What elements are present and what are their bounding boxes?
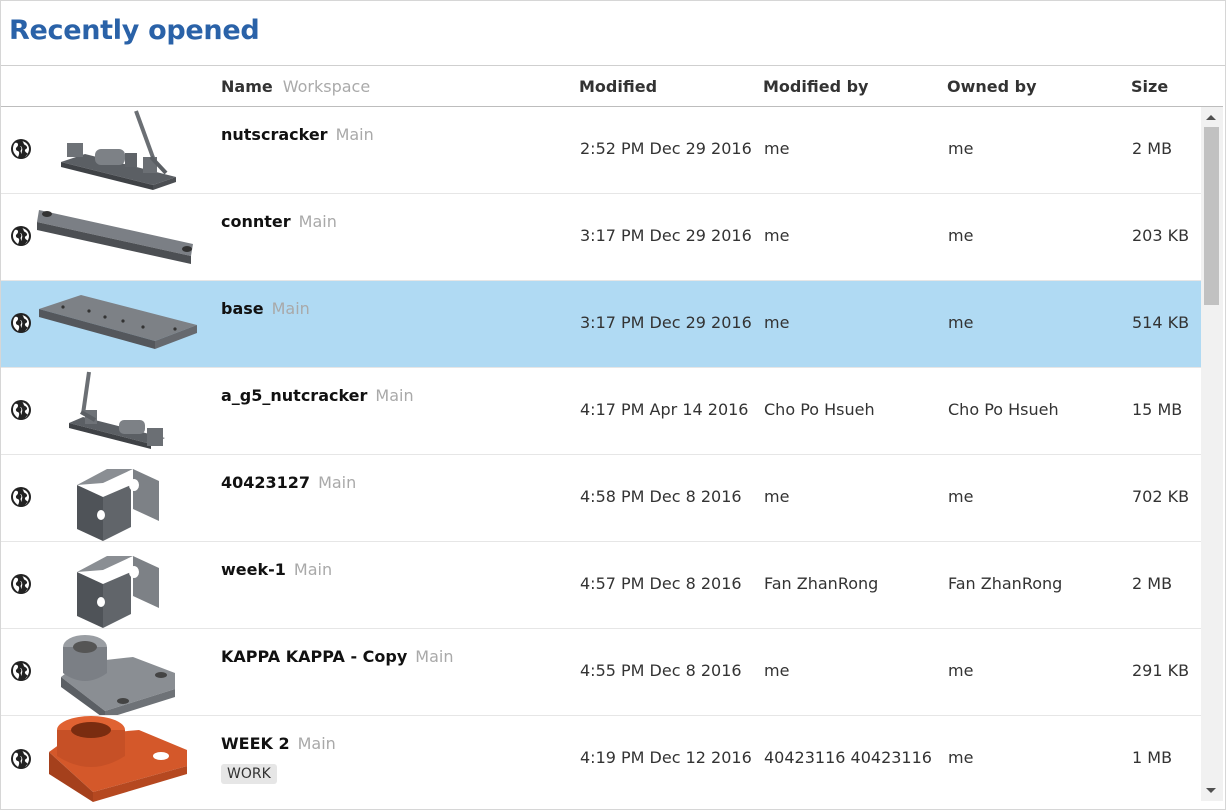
page-title: Recently opened	[9, 15, 260, 46]
owned-by-cell: me	[948, 226, 974, 245]
globe-icon	[11, 313, 31, 333]
name-cell: KAPPA KAPPA - Copy Main	[221, 647, 453, 666]
column-header-size[interactable]: Size	[1131, 77, 1168, 96]
thumbnail-nutcracker-assembly-2[interactable]	[33, 368, 203, 454]
scroll-up-arrow-icon[interactable]	[1206, 115, 1216, 120]
globe-icon	[11, 226, 31, 246]
size-cell: 2 MB	[1132, 139, 1173, 158]
modified-cell: 4:55 PM Dec 8 2016	[580, 661, 742, 680]
thumbnail-bearing-block-orange[interactable]	[33, 716, 203, 802]
globe-icon	[11, 487, 31, 507]
scrollbar-thumb[interactable]	[1204, 127, 1219, 305]
document-name[interactable]: 40423127	[221, 473, 310, 492]
owned-by-cell: me	[948, 139, 974, 158]
workspace-label: Main	[271, 299, 310, 318]
document-name[interactable]: week-1	[221, 560, 286, 579]
modified-by-cell: Fan ZhanRong	[764, 574, 879, 593]
documents-table: Name Workspace Modified Modified by Owned…	[1, 65, 1225, 802]
thumbnail-connector-bar[interactable]	[33, 194, 203, 280]
name-cell: 40423127 Main	[221, 473, 356, 492]
owned-by-cell: Fan ZhanRong	[948, 574, 1063, 593]
thumbnail-base-plate[interactable]	[33, 281, 203, 367]
table-row[interactable]: a_g5_nutcracker Main 4:17 PM Apr 14 2016 …	[1, 368, 1201, 455]
owned-by-cell: Cho Po Hsueh	[948, 400, 1059, 419]
table-row[interactable]: WEEK 2 Main WORK 4:19 PM Dec 12 2016 4042…	[1, 716, 1201, 802]
column-header-name[interactable]: Name Workspace	[221, 77, 370, 96]
owned-by-cell: me	[948, 661, 974, 680]
scroll-down-arrow-icon[interactable]	[1206, 788, 1216, 793]
globe-icon	[11, 661, 31, 681]
table-row[interactable]: nutscracker Main 2:52 PM Dec 29 2016 me m…	[1, 107, 1201, 194]
modified-cell: 4:19 PM Dec 12 2016	[580, 748, 752, 767]
modified-cell: 4:58 PM Dec 8 2016	[580, 487, 742, 506]
modified-cell: 4:57 PM Dec 8 2016	[580, 574, 742, 593]
modified-by-cell: 40423116 40423116	[764, 748, 932, 767]
name-cell: WEEK 2 Main WORK	[221, 734, 336, 784]
globe-icon	[11, 574, 31, 594]
thumbnail-u-bracket[interactable]	[33, 542, 203, 628]
name-cell: nutscracker Main	[221, 125, 374, 144]
document-list-panel: Recently opened Name Workspace Modified M…	[0, 0, 1226, 810]
modified-cell: 3:17 PM Dec 29 2016	[580, 313, 752, 332]
modified-cell: 3:17 PM Dec 29 2016	[580, 226, 752, 245]
table-row[interactable]: base Main 3:17 PM Dec 29 2016 me me 514 K…	[1, 281, 1201, 368]
owned-by-cell: me	[948, 313, 974, 332]
thumbnail-u-bracket[interactable]	[33, 455, 203, 541]
globe-icon	[11, 400, 31, 420]
name-cell: a_g5_nutcracker Main	[221, 386, 414, 405]
table-row[interactable]: week-1 Main 4:57 PM Dec 8 2016 Fan ZhanRo…	[1, 542, 1201, 629]
document-name[interactable]: a_g5_nutcracker	[221, 386, 367, 405]
document-name[interactable]: nutscracker	[221, 125, 328, 144]
size-cell: 291 KB	[1132, 661, 1190, 680]
column-header-modified[interactable]: Modified	[579, 77, 657, 96]
size-cell: 1 MB	[1132, 748, 1173, 767]
owned-by-cell: me	[948, 487, 974, 506]
modified-by-cell: me	[764, 139, 790, 158]
table-header: Name Workspace Modified Modified by Owned…	[1, 66, 1223, 107]
size-cell: 203 KB	[1132, 226, 1190, 245]
size-cell: 2 MB	[1132, 574, 1173, 593]
workspace-label: Main	[297, 734, 336, 753]
vertical-scrollbar[interactable]	[1201, 107, 1223, 801]
globe-icon	[11, 749, 31, 769]
thumbnail-bearing-block-gray[interactable]	[33, 629, 203, 715]
modified-by-cell: me	[764, 313, 790, 332]
workspace-label: Main	[415, 647, 454, 666]
workspace-label: Main	[335, 125, 374, 144]
document-name[interactable]: WEEK 2	[221, 734, 290, 753]
workspace-label: Main	[375, 386, 414, 405]
name-cell: week-1 Main	[221, 560, 332, 579]
size-cell: 514 KB	[1132, 313, 1190, 332]
modified-by-cell: Cho Po Hsueh	[764, 400, 875, 419]
owned-by-cell: me	[948, 748, 974, 767]
table-row[interactable]: KAPPA KAPPA - Copy Main 4:55 PM Dec 8 201…	[1, 629, 1201, 716]
column-header-owned-by[interactable]: Owned by	[947, 77, 1037, 96]
column-header-workspace[interactable]: Workspace	[283, 77, 370, 96]
modified-cell: 4:17 PM Apr 14 2016	[580, 400, 749, 419]
size-cell: 15 MB	[1132, 400, 1183, 419]
workspace-label: Main	[298, 212, 337, 231]
tag-badge[interactable]: WORK	[221, 764, 277, 784]
modified-by-cell: me	[764, 226, 790, 245]
workspace-label: Main	[318, 473, 357, 492]
name-cell: base Main	[221, 299, 310, 318]
workspace-label: Main	[293, 560, 333, 579]
thumbnail-nutcracker-assembly[interactable]	[33, 107, 203, 193]
size-cell: 702 KB	[1132, 487, 1190, 506]
name-cell: connter Main	[221, 212, 337, 231]
table-row[interactable]: 40423127 Main 4:58 PM Dec 8 2016 me me 70…	[1, 455, 1201, 542]
document-name[interactable]: base	[221, 299, 264, 318]
table-row[interactable]: connter Main 3:17 PM Dec 29 2016 me me 20…	[1, 194, 1201, 281]
modified-cell: 2:52 PM Dec 29 2016	[580, 139, 752, 158]
document-name[interactable]: KAPPA KAPPA - Copy	[221, 647, 407, 666]
modified-by-cell: me	[764, 661, 790, 680]
column-header-modified-by[interactable]: Modified by	[763, 77, 868, 96]
globe-icon	[11, 139, 31, 159]
modified-by-cell: me	[764, 487, 790, 506]
document-name[interactable]: connter	[221, 212, 291, 231]
